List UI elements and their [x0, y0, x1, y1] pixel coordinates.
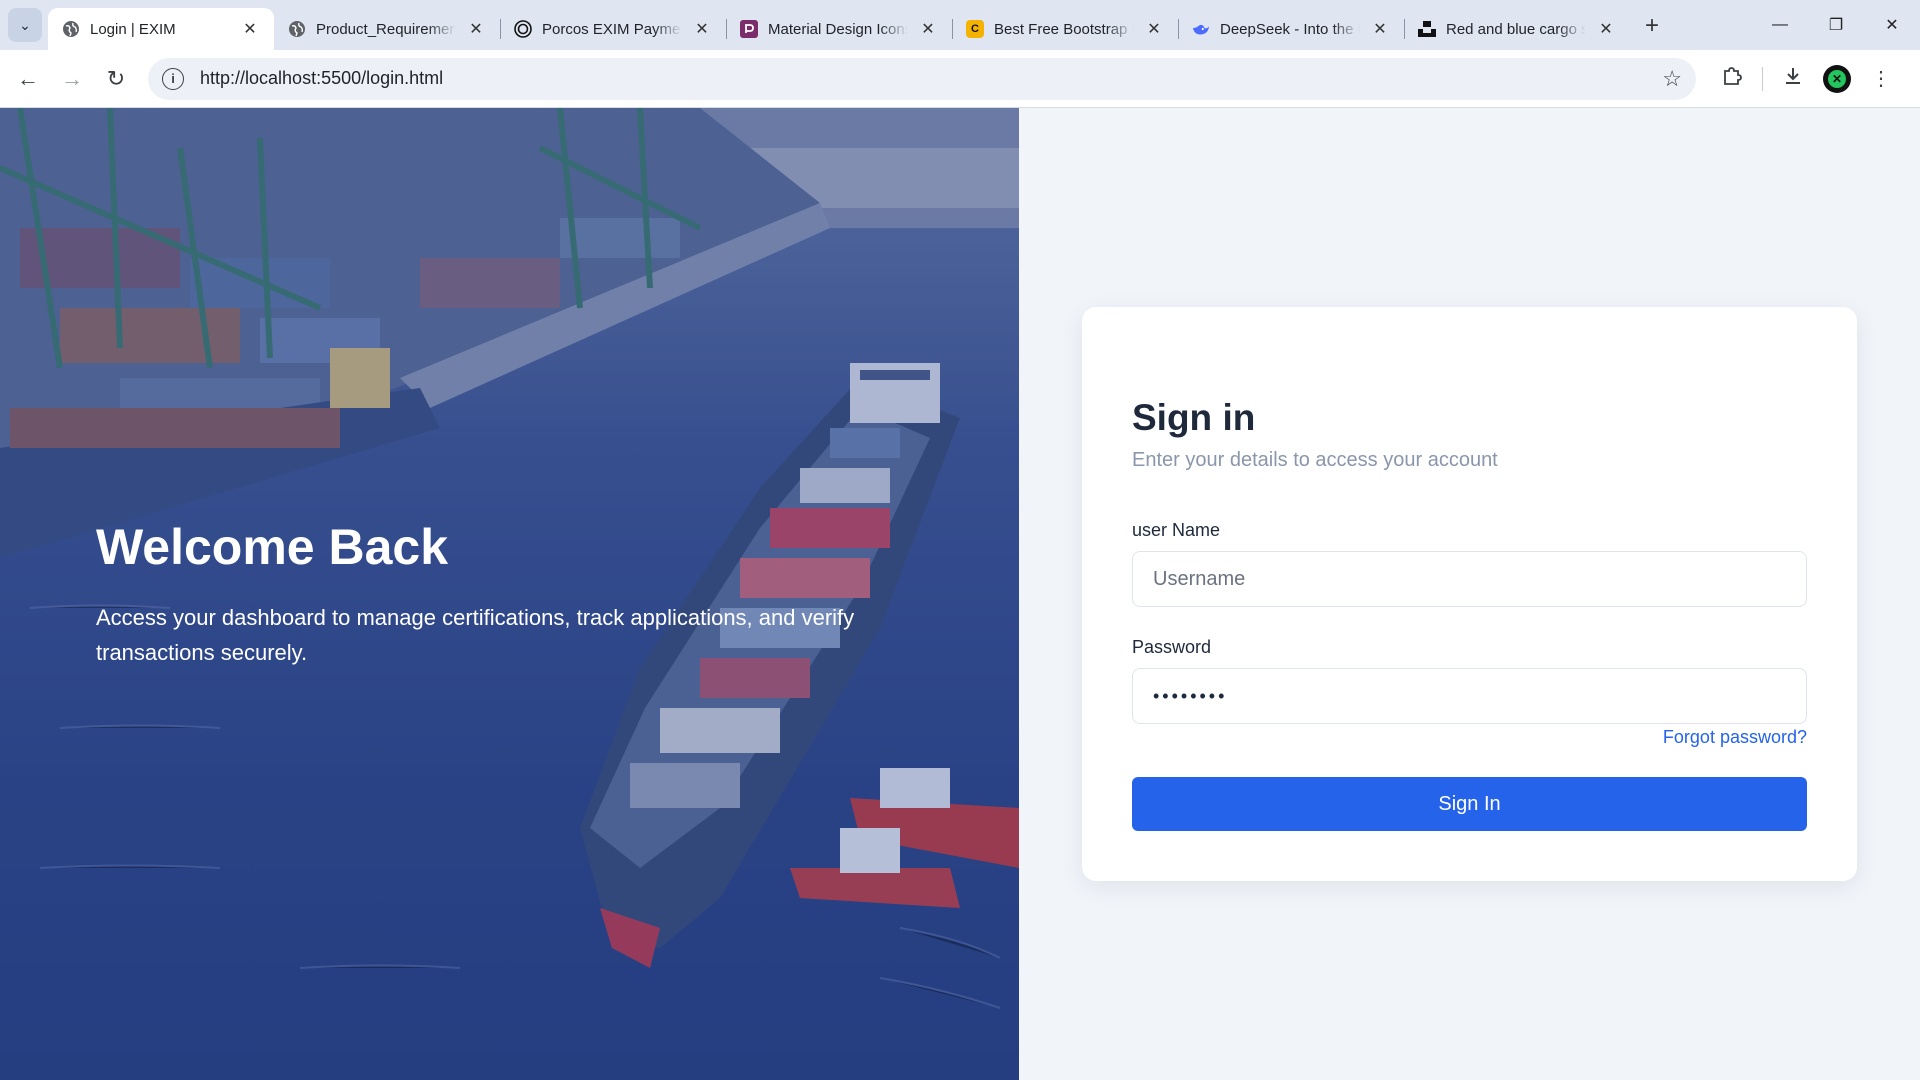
tab-material-design-icons[interactable]: Material Design Icons ✕	[726, 8, 952, 50]
downloads-button[interactable]	[1771, 57, 1815, 101]
sign-in-button[interactable]: Sign In	[1132, 777, 1807, 831]
address-bar[interactable]: i http://localhost:5500/login.html ☆	[148, 57, 1696, 100]
close-icon[interactable]: ✕	[1370, 19, 1390, 39]
close-icon[interactable]: ✕	[918, 19, 938, 39]
username-field[interactable]	[1132, 551, 1807, 607]
unsplash-icon	[1418, 20, 1436, 38]
tab-login[interactable]: Login | EXIM ✕	[48, 8, 274, 50]
minimize-button[interactable]: —	[1752, 0, 1808, 50]
password-label: Password	[1132, 637, 1212, 657]
hero-overlay	[0, 108, 1019, 1080]
plus-icon: +	[1644, 12, 1659, 39]
tab-title: Porcos EXIM Payments	[542, 20, 682, 38]
menu-button[interactable]: ⋮	[1859, 57, 1903, 101]
tab-title: Product_Requirements	[316, 20, 456, 38]
close-icon[interactable]: ✕	[1596, 19, 1616, 39]
hero-description: Access your dashboard to manage certific…	[96, 605, 855, 665]
forgot-password-link[interactable]: Forgot password?	[1663, 727, 1807, 748]
close-icon[interactable]: ✕	[240, 19, 260, 39]
restore-icon: ❐	[1828, 17, 1844, 34]
pictogrammers-icon	[740, 20, 758, 38]
tab-title: Red and blue cargo ship	[1446, 20, 1586, 38]
username-label: user Name	[1132, 520, 1221, 540]
login-card: Sign in Enter your details to access you…	[1082, 307, 1857, 881]
forward-button[interactable]: →	[50, 57, 94, 101]
reload-button[interactable]: ↻	[94, 57, 138, 101]
chevron-down-icon: ⌄	[19, 16, 31, 33]
tab-porcos-exim[interactable]: Porcos EXIM Payments ✕	[500, 8, 726, 50]
profile-icon: ✕	[1828, 69, 1846, 88]
star-icon[interactable]: ☆	[1662, 66, 1682, 92]
window-controls: — ❐ ✕	[1752, 0, 1920, 50]
browser-toolbar: ← → ↻ i http://localhost:5500/login.html…	[0, 50, 1920, 108]
c-icon: C	[966, 20, 984, 38]
close-icon[interactable]: ✕	[1144, 19, 1164, 39]
restore-button[interactable]: ❐	[1808, 0, 1864, 50]
hero-panel: Welcome Back Access your dashboard to ma…	[0, 108, 1019, 1080]
url-text[interactable]: http://localhost:5500/login.html	[200, 68, 1662, 89]
close-icon[interactable]: ✕	[692, 19, 712, 39]
more-vertical-icon: ⋮	[1871, 68, 1891, 90]
tab-search-button[interactable]: ⌄	[8, 8, 42, 42]
tab-product-requirements[interactable]: Product_Requirements ✕	[274, 8, 500, 50]
page-subtitle: Enter your details to access your accoun…	[1132, 449, 1498, 471]
close-window-button[interactable]: ✕	[1864, 0, 1920, 50]
profile-button[interactable]: ✕	[1815, 57, 1859, 101]
download-icon	[1782, 65, 1804, 93]
minimize-icon: —	[1772, 16, 1788, 33]
reload-icon: ↻	[106, 65, 126, 91]
new-tab-button[interactable]: +	[1636, 10, 1668, 42]
tab-title: DeepSeek - Into the Unknown	[1220, 20, 1360, 38]
back-button[interactable]: ←	[6, 57, 50, 101]
tab-strip: ⌄ Login | EXIM ✕ Product_Requirements ✕ …	[0, 0, 1920, 50]
hero-title: Welcome Back	[96, 519, 449, 575]
tab-title: Login | EXIM	[90, 20, 176, 38]
tab-title: Best Free Bootstrap Icons	[994, 20, 1134, 38]
arrow-left-icon: ←	[17, 65, 39, 91]
page-content: Welcome Back Access your dashboard to ma…	[0, 108, 1920, 1080]
tab-deepseek[interactable]: DeepSeek - Into the Unknown ✕	[1178, 8, 1404, 50]
tab-cargo-ship[interactable]: Red and blue cargo ship ✕	[1404, 8, 1630, 50]
avatar: ✕	[1823, 64, 1851, 93]
close-icon: ✕	[1885, 17, 1899, 34]
arrow-right-icon: →	[61, 65, 83, 91]
puzzle-icon	[1721, 65, 1743, 93]
deepseek-icon	[1192, 20, 1210, 38]
toolbar-divider	[1762, 66, 1763, 91]
info-icon[interactable]: i	[162, 67, 184, 90]
close-icon[interactable]: ✕	[466, 19, 486, 39]
globe-icon	[288, 20, 306, 38]
openai-icon	[514, 20, 532, 38]
password-field[interactable]	[1132, 668, 1807, 724]
tab-bootstrap-icons[interactable]: C Best Free Bootstrap Icons ✕	[952, 8, 1178, 50]
tab-title: Material Design Icons	[768, 20, 908, 38]
globe-icon	[62, 20, 80, 38]
page-title: Sign in	[1132, 397, 1256, 438]
extensions-button[interactable]	[1710, 57, 1754, 101]
